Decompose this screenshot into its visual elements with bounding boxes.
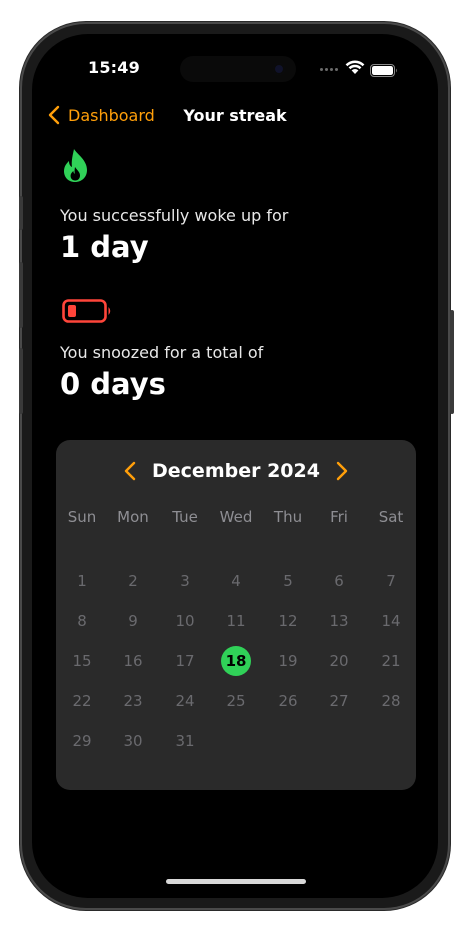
app-screen: 15:49 Dashboard Your streak You successf… [32,34,438,898]
woke-label: You successfully woke up for [60,206,289,225]
calendar-day[interactable]: 5 [273,566,303,596]
snooze-value: 0 days [60,367,166,401]
calendar-day[interactable]: 30 [118,726,148,756]
action-button [19,196,23,230]
calendar-day[interactable]: 28 [376,686,406,716]
calendar-day[interactable]: 19 [273,646,303,676]
calendar-day[interactable]: 4 [221,566,251,596]
calendar-day[interactable]: 13 [324,606,354,636]
calendar-day[interactable]: 7 [376,566,406,596]
calendar-day[interactable]: 2 [118,566,148,596]
calendar-day[interactable]: 31 [170,726,200,756]
volume-down-button [19,348,23,414]
power-button [450,310,454,414]
calendar-day[interactable]: 6 [324,566,354,596]
woke-value: 1 day [60,230,149,264]
flame-icon [60,148,92,188]
calendar-day[interactable]: 27 [324,686,354,716]
calendar-day[interactable]: 26 [273,686,303,716]
calendar-day[interactable]: 17 [170,646,200,676]
signal-icon [320,68,338,71]
calendar-day[interactable]: 20 [324,646,354,676]
calendar-day[interactable]: 3 [170,566,200,596]
calendar-day[interactable]: 9 [118,606,148,636]
calendar-day[interactable]: 16 [118,646,148,676]
calendar-day[interactable]: 11 [221,606,251,636]
calendar-day[interactable]: 21 [376,646,406,676]
calendar-day[interactable]: 25 [221,686,251,716]
calendar-day[interactable]: 29 [67,726,97,756]
calendar-day[interactable]: 14 [376,606,406,636]
wifi-icon [345,59,365,79]
battery-icon [370,62,398,81]
camera-icon [273,63,285,75]
status-time: 15:49 [88,58,140,77]
calendar-day[interactable]: 12 [273,606,303,636]
calendar-day[interactable]: 22 [67,686,97,716]
calendar-day[interactable]: 8 [67,606,97,636]
calendar-day[interactable]: 10 [170,606,200,636]
page-title: Your streak [183,106,287,125]
calendar-day-selected[interactable]: 18 [221,646,251,676]
calendar-day[interactable]: 23 [118,686,148,716]
battery-low-icon [62,299,112,327]
streak-calendar: December 2024 Sun Mon Tue Wed Thu Fri Sa… [56,440,416,790]
calendar-day[interactable]: 1 [67,566,97,596]
calendar-day[interactable]: 15 [67,646,97,676]
calendar-day[interactable]: 24 [170,686,200,716]
calendar-days-grid: 1 2 3 4 5 6 7 8 9 10 11 12 13 14 15 16 17 18 19 20 21 22 23 24 2… [56,440,416,790]
home-indicator [166,879,306,884]
snooze-label: You snoozed for a total of [60,343,264,362]
volume-up-button [19,262,23,328]
